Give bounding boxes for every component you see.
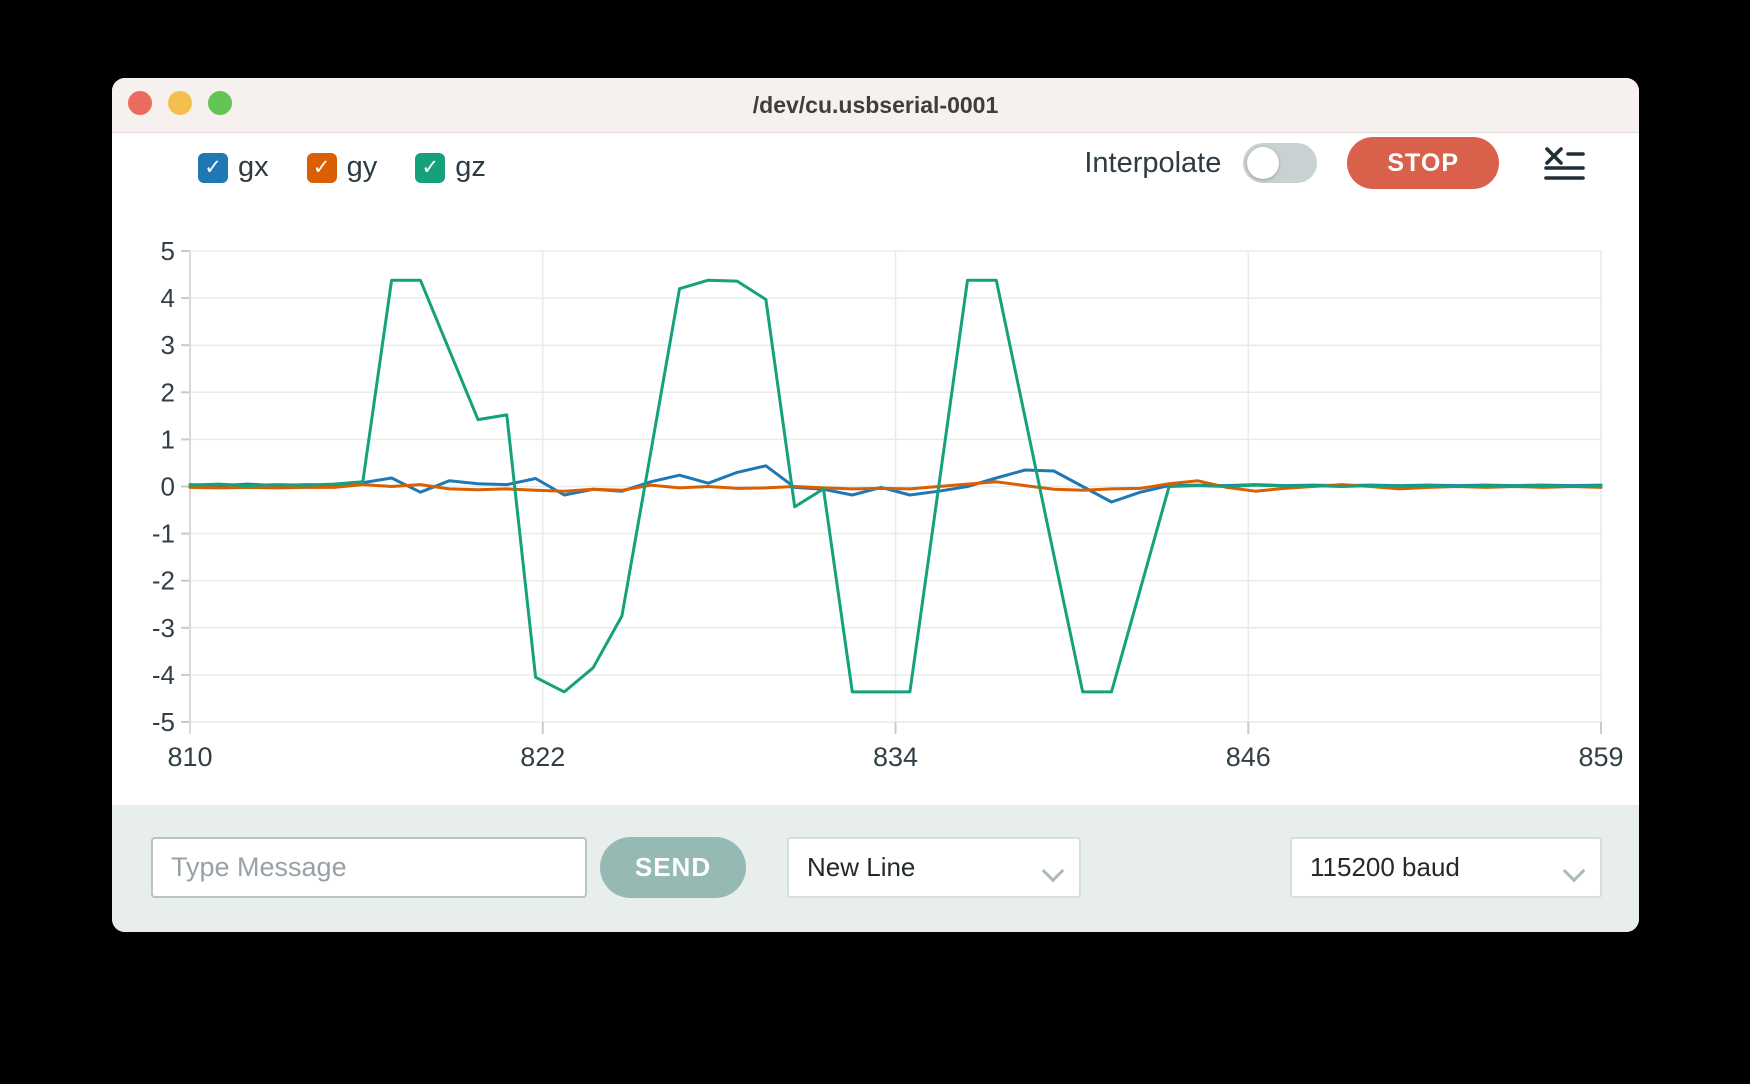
legend-checkbox-gz[interactable]: ✓	[415, 153, 445, 183]
interpolate-toggle[interactable]	[1243, 143, 1317, 183]
x-tick-label: 822	[520, 742, 565, 772]
clear-scrollback-icon[interactable]	[1543, 145, 1585, 181]
x-tick-label: 834	[873, 742, 918, 772]
legend-item-gx[interactable]: ✓ gx	[198, 151, 269, 184]
y-tick-label: 1	[161, 424, 175, 454]
legend-label-gx: gx	[238, 151, 269, 184]
y-tick-label: -2	[152, 566, 175, 596]
stop-button[interactable]: STOP	[1347, 137, 1499, 189]
toolbar: Interpolate STOP	[1084, 137, 1585, 189]
legend-item-gy[interactable]: ✓ gy	[307, 151, 378, 184]
y-tick-label: -5	[152, 707, 175, 737]
toggle-knob-icon	[1247, 147, 1279, 179]
y-tick-label: 3	[161, 330, 175, 360]
x-tick-label: 810	[167, 742, 212, 772]
y-tick-label: 2	[161, 377, 175, 407]
y-tick-label: -4	[152, 660, 175, 690]
legend-label-gz: gz	[455, 151, 486, 184]
x-tick-label: 859	[1578, 742, 1623, 772]
legend-checkbox-gx[interactable]: ✓	[198, 153, 228, 183]
y-tick-label: 4	[161, 283, 175, 313]
chart: 5 4 3 2 1 0 -1 -2 -3 -4 -5 810 822 834 846 859	[112, 78, 1639, 932]
y-tick-label: -3	[152, 613, 175, 643]
legend-item-gz[interactable]: ✓ gz	[415, 151, 486, 184]
y-tick-label: 5	[161, 236, 175, 266]
y-tick-label: -1	[152, 519, 175, 549]
legend-label-gy: gy	[347, 151, 378, 184]
legend-checkbox-gy[interactable]: ✓	[307, 153, 337, 183]
serial-plotter-window: /dev/cu.usbserial-0001 ✓ gx ✓ gy ✓ gz In…	[112, 78, 1639, 932]
series-legend: ✓ gx ✓ gy ✓ gz	[198, 151, 486, 184]
x-tick-label: 846	[1226, 742, 1271, 772]
y-tick-label: 0	[161, 472, 175, 502]
interpolate-label: Interpolate	[1084, 147, 1221, 180]
